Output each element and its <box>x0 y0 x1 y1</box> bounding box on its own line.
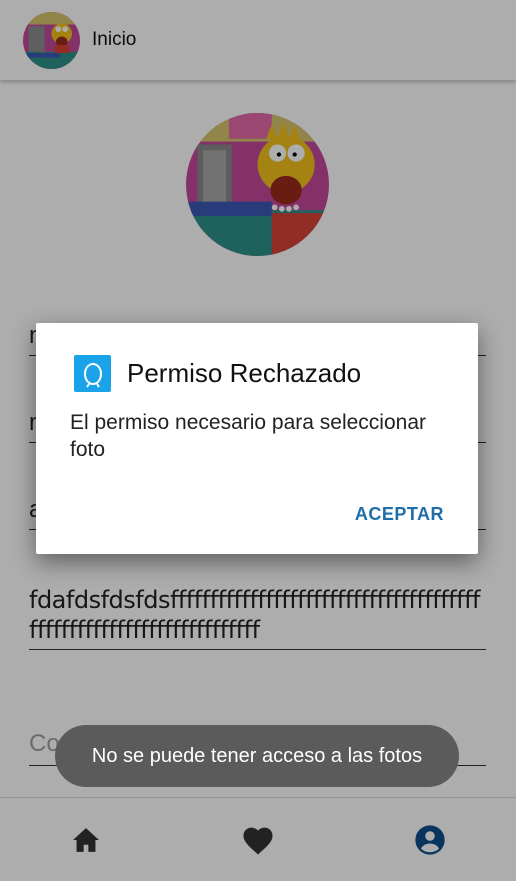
app-icon <box>74 355 111 392</box>
toast-text: No se puede tener acceso a las fotos <box>91 744 423 767</box>
egg-icon <box>83 362 102 388</box>
dialog-title: Permiso Rechazado <box>127 358 362 388</box>
dialog-header: Permiso Rechazado <box>74 355 361 392</box>
permission-denied-dialog: Permiso Rechazado El permiso necesario p… <box>36 323 478 554</box>
profile-screen: Inicio n n a <box>0 0 516 881</box>
toast-message: No se puede tener acceso a las fotos <box>55 725 459 787</box>
dialog-message: El permiso necesario para seleccionar fo… <box>70 411 427 461</box>
accept-button[interactable]: ACEPTAR <box>355 504 444 525</box>
